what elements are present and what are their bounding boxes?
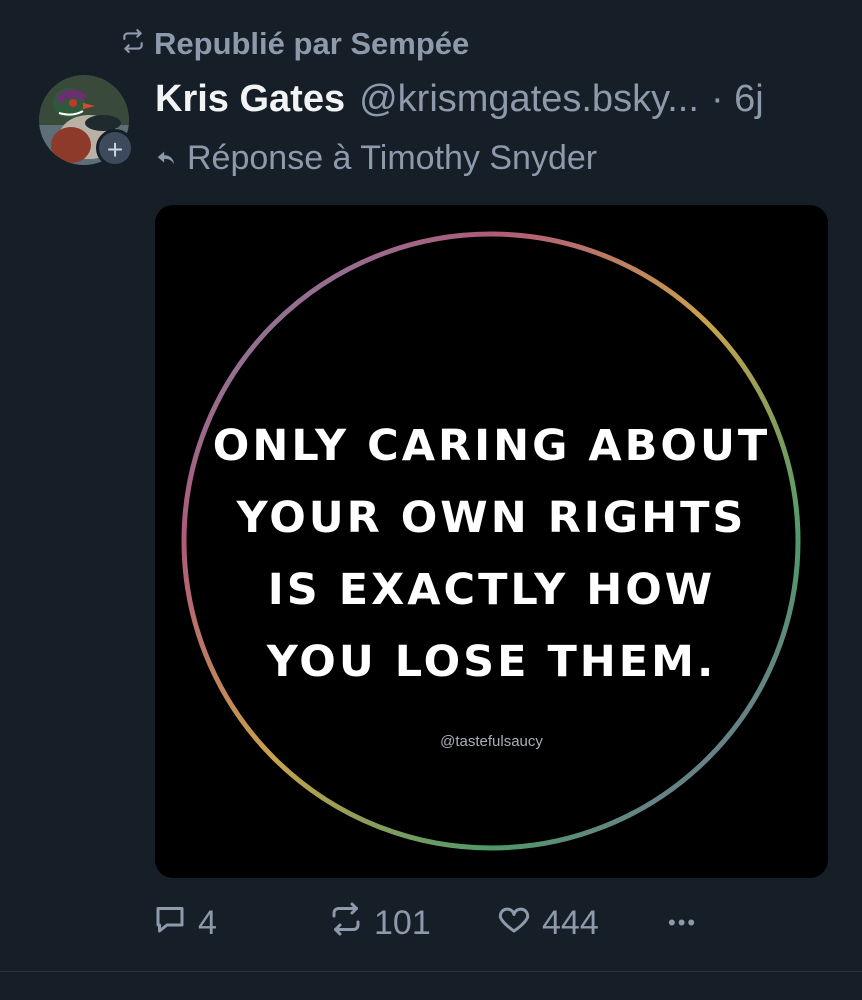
post-time[interactable]: · 6j	[711, 78, 764, 121]
heart-icon	[496, 901, 532, 946]
author-avatar[interactable]: +	[39, 75, 134, 167]
reply-arrow-icon	[155, 139, 177, 178]
repost-button[interactable]: 101	[328, 898, 431, 948]
post-image[interactable]: ONLY CARING ABOUT YOUR OWN RIGHTS IS EXA…	[155, 205, 828, 878]
author-name[interactable]: Kris Gates	[155, 78, 345, 121]
repost-count: 101	[374, 903, 431, 942]
like-count: 444	[542, 903, 599, 942]
author-handle[interactable]: @krismgates.bsky...	[359, 78, 699, 121]
comment-icon	[152, 901, 188, 946]
plus-icon: +	[106, 134, 124, 165]
reply-button[interactable]: 4	[152, 898, 217, 948]
reply-count: 4	[198, 903, 217, 942]
reposted-by-label: Republié par Sempée	[154, 26, 470, 61]
post-header: Kris Gates @krismgates.bsky... · 6j	[155, 78, 764, 128]
more-options-button[interactable]: •••	[668, 898, 697, 948]
image-watermark: @tastefulsaucy	[440, 733, 543, 750]
post-divider	[0, 971, 862, 972]
reposted-by[interactable]: Republié par Sempée	[120, 24, 469, 64]
reply-context[interactable]: Réponse à Timothy Snyder	[155, 136, 597, 180]
follow-plus-button[interactable]: +	[96, 129, 134, 167]
repost-icon	[120, 26, 146, 62]
image-quote-text: ONLY CARING ABOUT YOUR OWN RIGHTS IS EXA…	[212, 421, 771, 687]
like-button[interactable]: 444	[496, 898, 599, 948]
reply-context-label: Réponse à Timothy Snyder	[187, 138, 598, 177]
post-actions: 4 101 444 •••	[152, 898, 752, 948]
repost-icon	[328, 901, 364, 946]
more-icon: •••	[668, 910, 698, 935]
